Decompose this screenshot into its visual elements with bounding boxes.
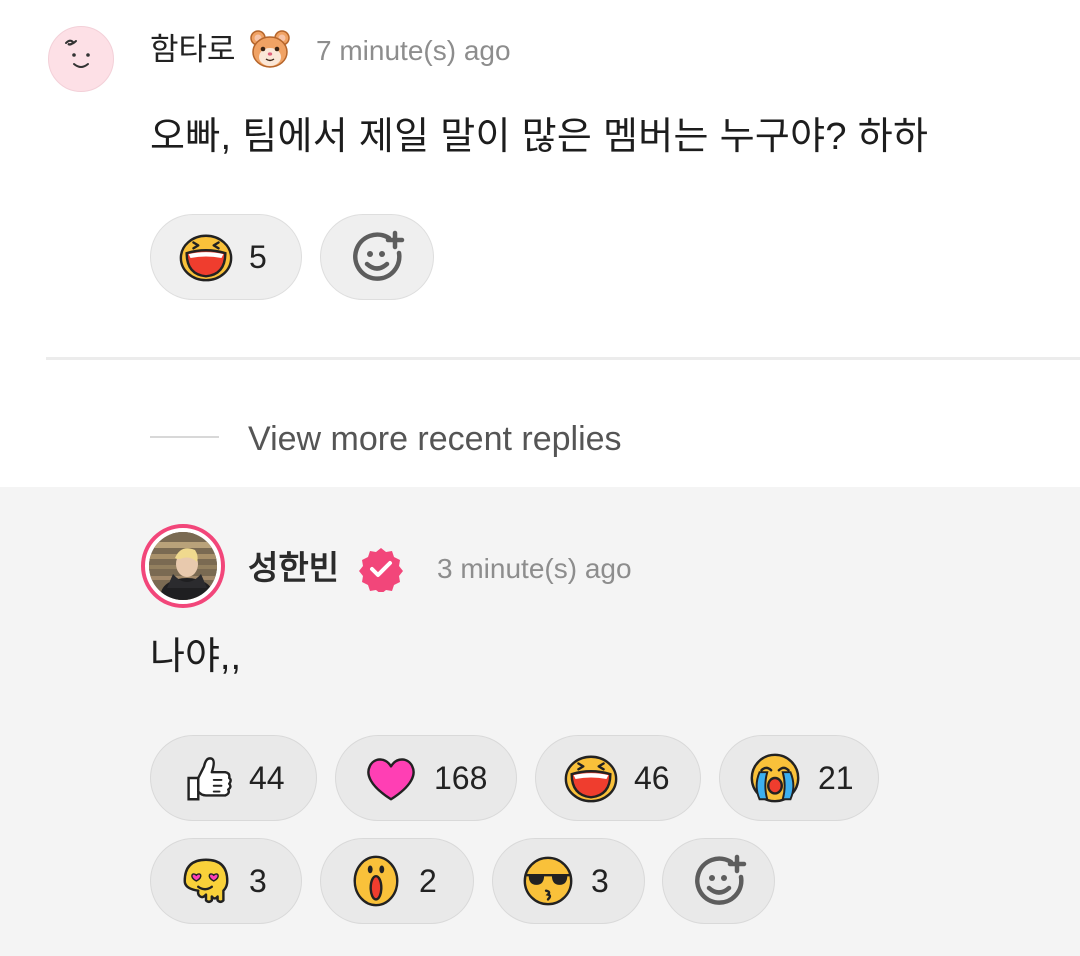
reply-text: 나야,, [150, 636, 242, 678]
sunglasses-kiss-face-icon [523, 856, 573, 906]
heart-eyes-face-icon [183, 858, 229, 903]
reaction-count: 21 [818, 759, 854, 796]
add-reaction-icon [353, 230, 405, 281]
reply-timestamp: 3 minute(s) ago [437, 553, 632, 584]
reaction-surprised[interactable]: 2 [320, 838, 474, 924]
add-reaction-button[interactable] [320, 214, 434, 300]
doodle-face-icon [65, 39, 90, 68]
reply-author-avatar[interactable] [141, 524, 225, 608]
reaction-count: 168 [434, 759, 488, 796]
comment-text: 오빠, 팀에서 제일 말이 많은 멤버는 누구야? 하하 [150, 116, 929, 158]
reaction-count: 44 [249, 759, 285, 796]
commenter-avatar[interactable] [48, 26, 114, 92]
reaction-count: 3 [249, 862, 267, 899]
add-reaction-button[interactable] [662, 838, 775, 924]
verified-badge-icon [358, 546, 404, 597]
view-more-replies-button[interactable]: View more recent replies [248, 417, 622, 461]
surprised-face-icon [353, 855, 399, 907]
add-reaction-icon [694, 854, 746, 905]
reaction-count: 2 [419, 862, 437, 899]
reaction-heart-eyes[interactable]: 3 [150, 838, 302, 924]
reaction-laughing[interactable]: 5 [150, 214, 302, 300]
reaction-crying[interactable]: 21 [719, 735, 879, 821]
reaction-count: 46 [634, 759, 670, 796]
thumbs-up-icon [187, 757, 232, 801]
hamster-face-icon [249, 28, 291, 75]
reaction-cool-kiss[interactable]: 3 [492, 838, 645, 924]
profile-photo [149, 532, 217, 600]
laughing-face-icon [179, 234, 233, 282]
reaction-count: 3 [591, 862, 609, 899]
laughing-face-icon [564, 755, 618, 803]
reaction-thumbs-up[interactable]: 44 [150, 735, 317, 821]
view-more-line [150, 436, 219, 438]
reaction-heart[interactable]: 168 [335, 735, 517, 821]
section-divider [46, 357, 1080, 360]
reaction-count: 5 [249, 238, 267, 275]
commenter-name[interactable]: 함타로 [150, 28, 236, 72]
crying-face-icon [750, 753, 800, 803]
comment-timestamp: 7 minute(s) ago [316, 35, 511, 66]
heart-icon [367, 758, 415, 801]
reply-author-name[interactable]: 성한빈 [248, 546, 339, 590]
reaction-laughing[interactable]: 46 [535, 735, 701, 821]
